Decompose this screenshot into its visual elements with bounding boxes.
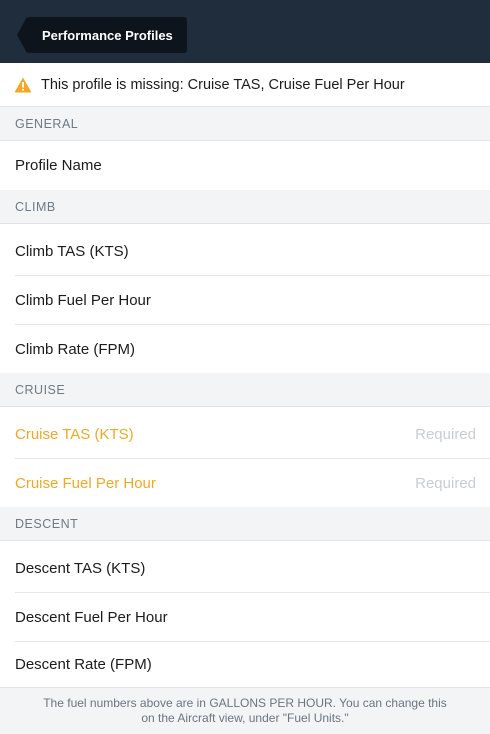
row-label: Cruise TAS (KTS) [15,426,134,443]
section-title: CRUISE [15,382,66,397]
row-label: Climb Fuel Per Hour [15,292,151,309]
row-label: Descent Fuel Per Hour [15,609,168,626]
section-header-cruise: CRUISE [0,373,490,407]
section-title: DESCENT [15,516,79,531]
row-cruise-fuel-per-hour[interactable]: Cruise Fuel Per Hour Required [0,459,490,508]
row-climb-fuel-per-hour[interactable]: Climb Fuel Per Hour [0,276,490,325]
section-header-general: GENERAL [0,107,490,141]
row-descent-tas[interactable]: Descent TAS (KTS) [0,544,490,593]
row-label: Descent TAS (KTS) [15,560,146,577]
row-climb-rate[interactable]: Climb Rate (FPM) [0,325,490,374]
section-header-climb: CLIMB [0,190,490,224]
row-profile-name[interactable]: Profile Name [0,141,490,190]
row-descent-fuel-per-hour[interactable]: Descent Fuel Per Hour [0,593,490,642]
navigation-bar: Performance Profiles [0,0,490,63]
missing-fields-warning: This profile is missing: Cruise TAS, Cru… [0,63,490,107]
fuel-units-footnote: The fuel numbers above are in GALLONS PE… [0,687,490,734]
section-title: CLIMB [15,199,56,214]
row-label: Profile Name [15,157,102,174]
row-label: Climb TAS (KTS) [15,243,129,260]
warning-text: This profile is missing: Cruise TAS, Cru… [41,76,405,93]
warning-triangle-icon [14,77,32,93]
required-indicator: Required [415,426,476,443]
back-button-label: Performance Profiles [42,27,173,43]
row-cruise-tas[interactable]: Cruise TAS (KTS) Required [0,410,490,459]
section-title: GENERAL [15,116,79,131]
back-button[interactable]: Performance Profiles [17,17,187,53]
row-label: Climb Rate (FPM) [15,341,136,358]
row-label: Cruise Fuel Per Hour [15,475,156,492]
row-label: Descent Rate (FPM) [15,656,152,673]
section-header-descent: DESCENT [0,507,490,541]
required-indicator: Required [415,475,476,492]
row-climb-tas[interactable]: Climb TAS (KTS) [0,227,490,276]
row-descent-rate[interactable]: Descent Rate (FPM) [0,640,490,689]
